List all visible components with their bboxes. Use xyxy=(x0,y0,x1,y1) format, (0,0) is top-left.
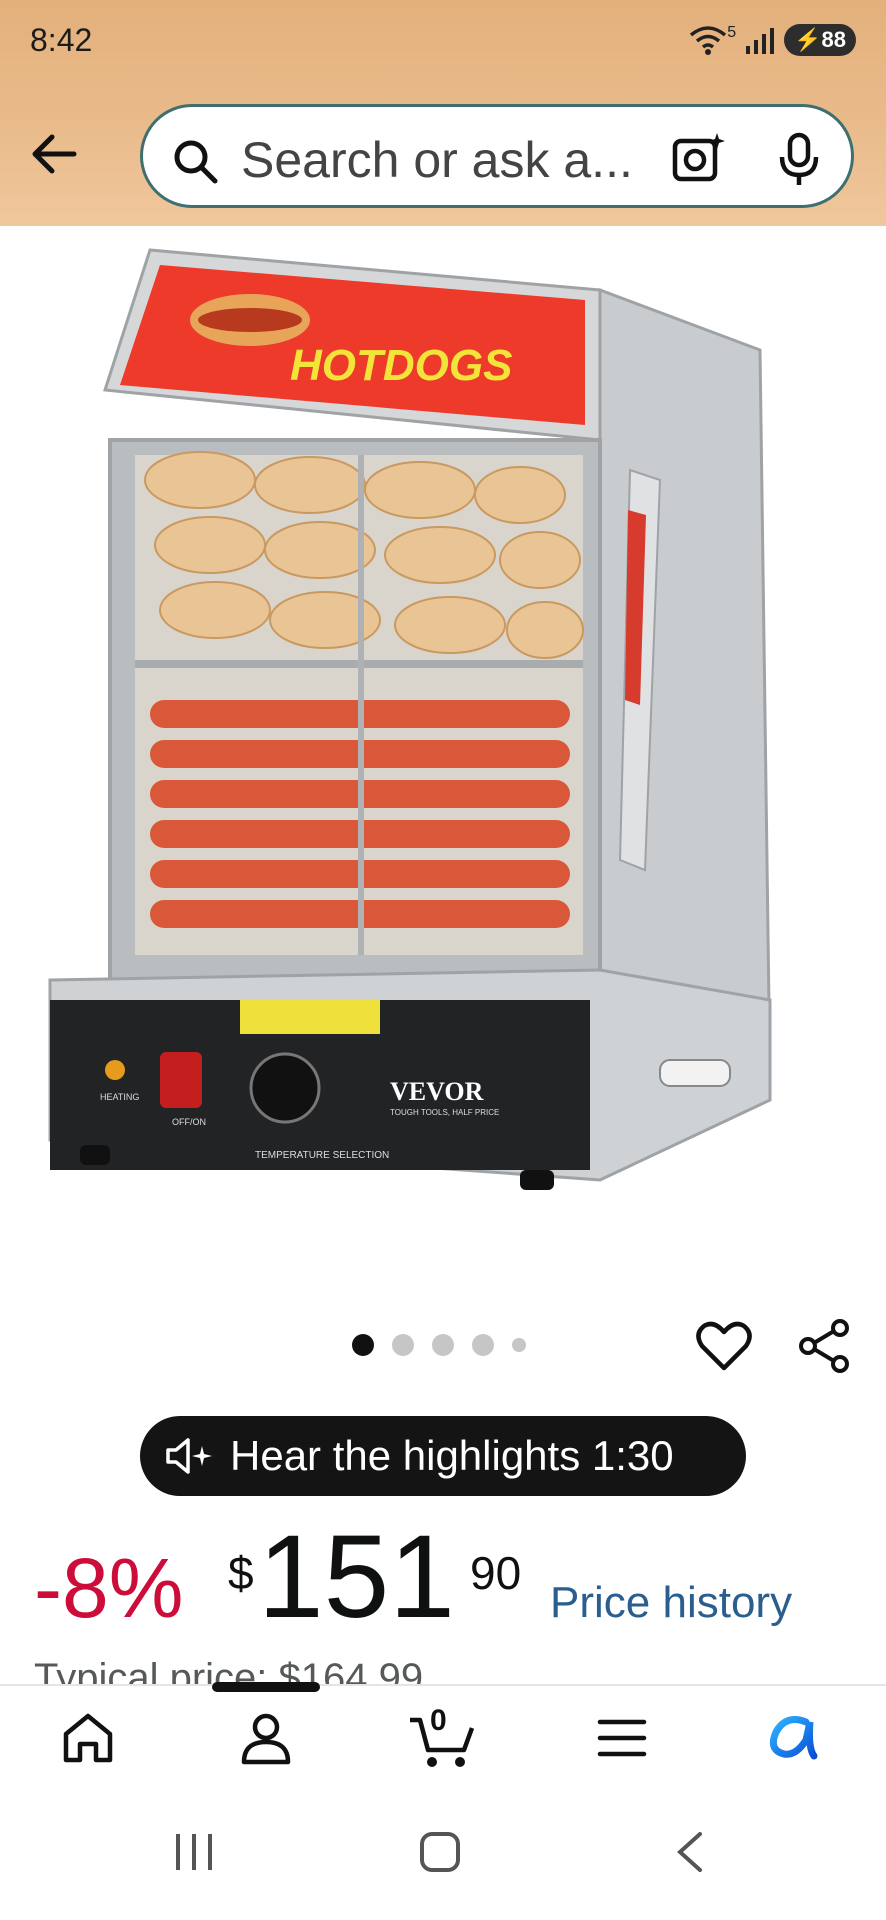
price-currency: $ xyxy=(228,1547,254,1599)
carousel-dot[interactable] xyxy=(512,1338,526,1352)
sign-text: HOTDOGS xyxy=(290,341,512,390)
rufus-assistant-icon[interactable] xyxy=(766,1710,826,1766)
status-icons: 5 ⚡88 xyxy=(687,24,856,56)
status-time: 8:42 xyxy=(30,22,93,58)
product-image[interactable]: HOTDOGS HEATING OFF/ON TEMPERATURE SELEC… xyxy=(40,240,840,1260)
search-icon xyxy=(174,140,218,184)
hear-highlights-button[interactable]: Hear the highlights 1:30 xyxy=(140,1416,746,1496)
cart-count: 0 xyxy=(430,1704,447,1737)
cart-button[interactable]: 0 xyxy=(408,1704,476,1775)
price-whole: 151 xyxy=(258,1511,455,1643)
account-icon[interactable] xyxy=(238,1710,294,1766)
brand-logo: VEVOR xyxy=(390,1077,484,1106)
recent-apps-icon[interactable] xyxy=(172,1832,216,1872)
camera-lens-icon[interactable] xyxy=(671,131,727,187)
discount-badge: -8% xyxy=(34,1541,184,1635)
brand-tagline: TOUGH TOOLS, HALF PRICE xyxy=(390,1108,499,1117)
carousel-dot[interactable] xyxy=(352,1334,374,1356)
heating-label: HEATING xyxy=(100,1092,139,1102)
microphone-icon[interactable] xyxy=(777,131,821,187)
share-icon[interactable] xyxy=(796,1318,852,1374)
network-label: 5 xyxy=(727,24,737,41)
app-header: 8:42 5 ⚡88 Search or ask a... xyxy=(0,0,886,226)
carousel-dot[interactable] xyxy=(472,1334,494,1356)
switch-label: OFF/ON xyxy=(172,1117,206,1127)
carousel-dot[interactable] xyxy=(392,1334,414,1356)
carousel-dot[interactable] xyxy=(432,1334,454,1356)
speaker-sparkle-icon xyxy=(166,1438,212,1474)
heart-icon[interactable] xyxy=(696,1318,752,1374)
price-history-link[interactable]: Price history xyxy=(550,1578,792,1628)
search-placeholder: Search or ask a... xyxy=(241,132,633,188)
system-back-icon[interactable] xyxy=(672,1830,708,1874)
home-icon[interactable] xyxy=(60,1710,116,1766)
system-navigation-bar xyxy=(0,1790,886,1920)
bottom-nav: 0 xyxy=(0,1682,886,1792)
home-button-icon[interactable] xyxy=(418,1830,462,1874)
back-arrow-icon[interactable] xyxy=(28,128,80,180)
search-input[interactable]: Search or ask a... xyxy=(140,104,854,208)
wifi-icon xyxy=(690,26,727,55)
image-carousel-dots[interactable] xyxy=(352,1334,526,1356)
price-fraction: 90 xyxy=(470,1547,522,1599)
signal-icon xyxy=(746,28,775,54)
battery-indicator: ⚡88 xyxy=(784,24,856,56)
menu-icon[interactable] xyxy=(594,1710,650,1766)
active-tab-indicator xyxy=(212,1682,320,1692)
temperature-label: TEMPERATURE SELECTION xyxy=(255,1150,389,1161)
hear-highlights-label: Hear the highlights 1:30 xyxy=(230,1432,674,1479)
